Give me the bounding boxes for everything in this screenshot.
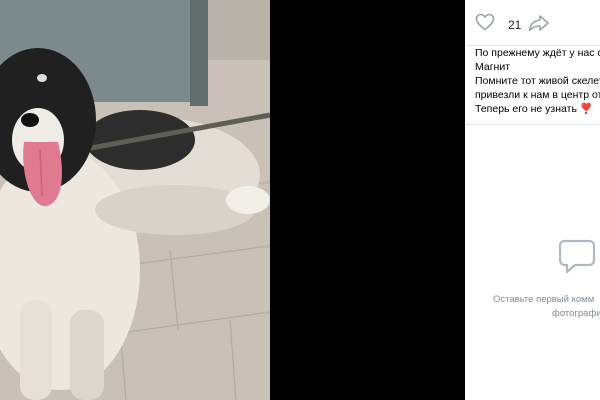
photo-viewer: [0, 0, 465, 400]
caption-line: По прежнему ждёт у нас св: [475, 47, 600, 59]
share-button[interactable]: [528, 14, 550, 37]
dog-photo[interactable]: [0, 0, 270, 400]
like-count: 21: [508, 17, 522, 32]
comment-bubble-icon: [558, 238, 599, 281]
empty-comments-line: фотографи: [552, 308, 600, 319]
post-caption: По прежнему ждёт у нас св Магнит Помните…: [475, 46, 600, 116]
info-panel: 21 По прежнему ждёт у нас св Магнит Помн…: [465, 0, 600, 400]
share-arrow-icon: [528, 15, 550, 36]
caption-line: Теперь его не узнать ❣️: [475, 103, 593, 115]
caption-line: Магнит: [475, 61, 511, 73]
empty-comments-line: Оставьте первый комм: [493, 294, 595, 305]
caption-line: Помните тот живой скелет,: [475, 75, 600, 87]
like-button[interactable]: 21: [475, 13, 521, 36]
heart-icon: [475, 13, 495, 36]
post-actions: 21: [465, 0, 600, 45]
caption-line: привезли к нам в центр от: [475, 89, 600, 101]
divider: [465, 124, 600, 125]
